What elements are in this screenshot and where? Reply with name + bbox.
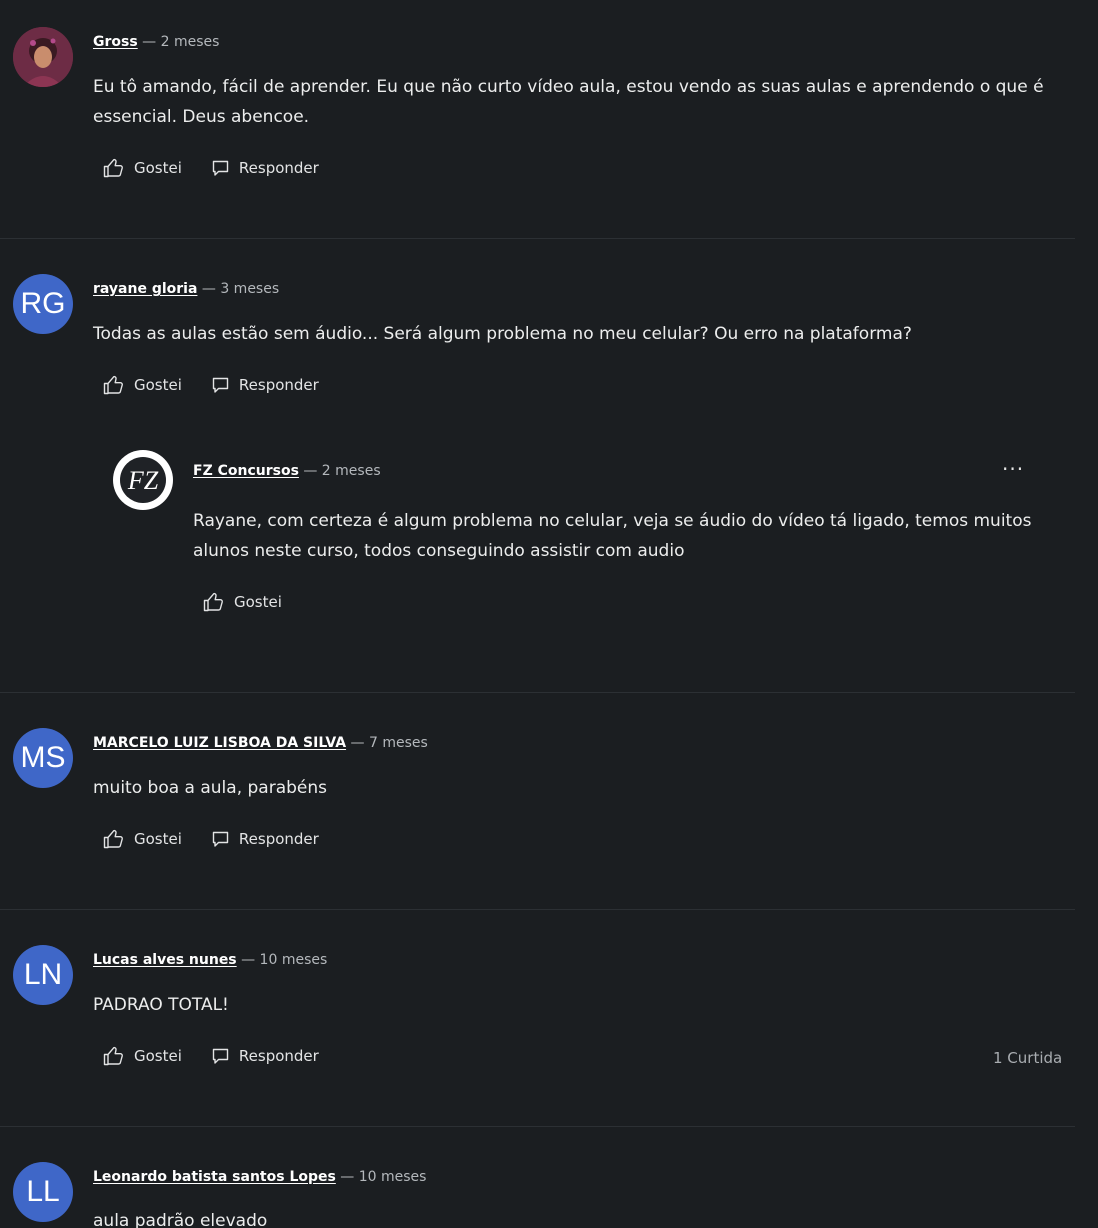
- comment-actions: Gostei Responder: [103, 829, 349, 849]
- author-link[interactable]: MARCELO LUIZ LISBOA DA SILVA: [93, 735, 346, 751]
- logo-text: FZ: [127, 466, 159, 495]
- user-avatar[interactable]: MS: [13, 728, 73, 788]
- comments-feed: Gross — 2 meses Eu tô amando, fácil de a…: [0, 0, 1098, 1228]
- comment-time: — 2 meses: [142, 34, 220, 50]
- comment-time: — 3 meses: [201, 281, 280, 297]
- like-button[interactable]: Gostei: [203, 592, 282, 612]
- thumbs-up-icon: [103, 375, 123, 395]
- divider: [0, 692, 1075, 693]
- comment-time: — 7 meses: [350, 735, 428, 751]
- divider: [0, 909, 1075, 910]
- like-label: Gostei: [134, 376, 182, 394]
- reply-time: — 2 meses: [303, 463, 381, 479]
- divider: [0, 1126, 1075, 1127]
- thumbs-up-icon: [103, 829, 123, 849]
- reply-button[interactable]: Responder: [212, 1047, 319, 1065]
- like-label: Gostei: [234, 593, 282, 611]
- reply-meta: FZ Concursos — 2 meses: [193, 463, 381, 479]
- comment-text: muito boa a aula, parabéns: [93, 778, 327, 798]
- speech-bubble-icon: [212, 377, 229, 393]
- thumbs-up-icon: [203, 592, 223, 612]
- comment-meta: rayane gloria — 3 meses: [93, 281, 279, 297]
- avatar-photo-icon: [13, 27, 73, 87]
- comment-text: PADRAO TOTAL!: [93, 995, 229, 1015]
- reply-button[interactable]: Responder: [212, 830, 319, 848]
- user-avatar[interactable]: LN: [13, 945, 73, 1005]
- more-options-button[interactable]: ···: [1002, 459, 1024, 479]
- author-link[interactable]: Leonardo batista santos Lopes: [93, 1169, 336, 1185]
- speech-bubble-icon: [212, 1048, 229, 1064]
- like-button[interactable]: Gostei: [103, 158, 182, 178]
- like-label: Gostei: [134, 830, 182, 848]
- reply-label: Responder: [238, 159, 319, 177]
- user-avatar[interactable]: LL: [13, 1162, 73, 1222]
- comment-text: aula padrão elevado: [93, 1211, 268, 1228]
- author-link[interactable]: rayane gloria: [93, 281, 197, 297]
- reply-button[interactable]: Responder: [212, 159, 319, 177]
- like-button[interactable]: Gostei: [103, 1046, 182, 1066]
- comment-actions: Gostei Responder: [103, 375, 349, 395]
- thumbs-up-icon: [103, 1046, 123, 1066]
- user-avatar[interactable]: RG: [13, 274, 73, 334]
- author-link[interactable]: Gross: [93, 34, 138, 50]
- comment-text: Todas as aulas estão sem áudio... Será a…: [93, 324, 912, 344]
- like-label: Gostei: [134, 159, 182, 177]
- reply-label: Responder: [238, 1047, 319, 1065]
- likes-count: 1 Curtida: [993, 1049, 1063, 1067]
- reply-label: Responder: [238, 376, 319, 394]
- author-logo-avatar[interactable]: FZ: [113, 450, 173, 510]
- comment-time: — 10 meses: [241, 952, 328, 968]
- reply-button[interactable]: Responder: [212, 376, 319, 394]
- comment-actions: Gostei Responder: [103, 158, 349, 178]
- comment-meta: Leonardo batista santos Lopes — 10 meses: [93, 1169, 426, 1185]
- speech-bubble-icon: [212, 160, 229, 176]
- comment-time: — 10 meses: [340, 1169, 427, 1185]
- author-link[interactable]: Lucas alves nunes: [93, 952, 237, 968]
- comment-meta: Gross — 2 meses: [93, 34, 219, 50]
- like-button[interactable]: Gostei: [103, 829, 182, 849]
- author-link[interactable]: FZ Concursos: [193, 463, 299, 479]
- reply-text: Rayane, com certeza é algum problema no …: [193, 511, 1032, 561]
- thumbs-up-icon: [103, 158, 123, 178]
- like-button[interactable]: Gostei: [103, 375, 182, 395]
- reply-label: Responder: [238, 830, 319, 848]
- divider: [0, 238, 1075, 239]
- reply-actions: Gostei: [203, 592, 312, 612]
- user-avatar-photo[interactable]: [13, 27, 73, 87]
- comment-actions: Gostei Responder: [103, 1046, 349, 1066]
- comment-text: Eu tô amando, fácil de aprender. Eu que …: [93, 77, 1044, 127]
- comment-meta: Lucas alves nunes — 10 meses: [93, 952, 327, 968]
- like-label: Gostei: [134, 1047, 182, 1065]
- fz-logo-icon: FZ: [114, 451, 172, 509]
- speech-bubble-icon: [212, 831, 229, 847]
- comment-meta: MARCELO LUIZ LISBOA DA SILVA — 7 meses: [93, 735, 428, 751]
